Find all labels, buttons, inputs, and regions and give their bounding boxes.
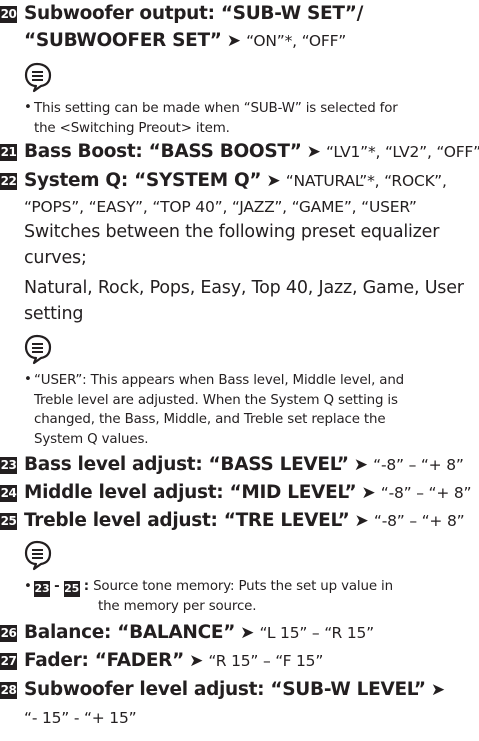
item-number-badge: 28	[0, 682, 17, 699]
note-20: This setting can be made when “SUB-W” is…	[34, 99, 398, 138]
item-number-badge: 20	[0, 6, 17, 23]
note-icon	[24, 334, 52, 365]
item-title: Subwoofer level adjust: “SUB-W LEVEL”	[24, 679, 426, 700]
item-22-desc: curves;	[24, 248, 87, 268]
arrow-right-icon: ➤	[240, 623, 255, 643]
range-dash: -	[54, 579, 60, 594]
note-line: Source tone memory: Puts the set up valu…	[93, 579, 393, 594]
note-line: changed, the Bass, Middle, and Treble se…	[34, 412, 386, 427]
note-22: “USER”: This appears when Bass level, Mi…	[34, 371, 404, 449]
item-22-list: Natural, Rock, Pops, Easy, Top 40, Jazz,…	[24, 278, 464, 298]
item-title: Subwoofer output: “SUB-W SET”/	[24, 3, 364, 24]
arrow-right-icon: ➤	[354, 511, 369, 531]
note-line: System Q values.	[34, 431, 149, 447]
item-values: “-8” – “+ 8”	[380, 484, 472, 502]
note-bullet: •	[24, 579, 32, 594]
item-values: “LV1”*, “LV2”, “OFF”	[326, 143, 479, 161]
item-22-values2: “POPS”, “EASY”, “TOP 40”, “JAZZ”, “GAME”…	[24, 198, 417, 216]
item-title: Bass Boost: “BASS BOOST”	[24, 141, 302, 162]
arrow-right-icon: ➤	[306, 142, 321, 162]
item-ref-badge: 25	[63, 581, 80, 597]
item-values: “-8” – “+ 8”	[373, 512, 465, 530]
item-number-badge: 25	[0, 513, 17, 530]
item-number-badge: 26	[0, 625, 17, 642]
note-line: the memory per source.	[98, 599, 257, 614]
arrow-right-icon: ➤	[361, 483, 376, 503]
item-values: “L 15” – “R 15”	[259, 624, 375, 642]
arrow-right-icon: ➤	[353, 455, 369, 475]
note-colon: :	[83, 579, 89, 594]
item-number-badge: 27	[0, 653, 17, 670]
note-icon	[24, 540, 52, 571]
item-title: Balance: “BALANCE”	[24, 622, 236, 643]
item-22-list: setting	[24, 304, 84, 324]
item-20-line2: “SUBWOOFER SET” ➤ “ON”*, “OFF”	[24, 30, 346, 51]
note-line: Treble level are adjusted. When the Syst…	[34, 392, 398, 408]
item-number-badge: 23	[0, 457, 17, 474]
item-22-desc: Switches between the following preset eq…	[24, 222, 440, 242]
item-values: “R 15” – “F 15”	[208, 652, 324, 670]
note-25: 23 - 25 : Source tone memory: Puts the s…	[34, 577, 393, 617]
note-line: This setting can be made when “SUB-W” is…	[34, 101, 398, 116]
note-line: “USER”: This appears when Bass level, Mi…	[34, 373, 405, 388]
arrow-right-icon: ➤	[226, 31, 241, 51]
item-28-values: “- 15” - “+ 15”	[24, 709, 137, 727]
note-icon	[24, 62, 52, 93]
arrow-right-icon: ➤	[189, 651, 204, 671]
item-values: “-8” – “+ 8”	[373, 456, 464, 474]
arrow-right-icon: ➤	[430, 680, 446, 700]
item-title: System Q: “SYSTEM Q”	[24, 170, 262, 191]
item-ref-badge: 23	[34, 581, 50, 597]
arrow-right-icon: ➤	[266, 171, 281, 191]
item-values: “NATURAL”*, “ROCK”,	[285, 172, 447, 190]
item-values: “ON”*, “OFF”	[246, 32, 347, 50]
note-bullet: •	[24, 372, 32, 387]
item-number-badge: 24	[0, 485, 17, 502]
item-number-badge: 21	[0, 144, 17, 161]
item-number-badge: 22	[0, 173, 17, 190]
note-bullet: •	[24, 100, 32, 115]
note-line: the <Switching Preout> item.	[34, 120, 230, 136]
item-title: Bass level adjust: “BASS LEVEL”	[24, 454, 349, 475]
item-title-cont: “SUBWOOFER SET”	[24, 30, 222, 51]
item-title: Treble level adjust: “TRE LEVEL”	[24, 510, 350, 531]
item-title: Fader: “FADER”	[24, 650, 184, 671]
item-title: Middle level adjust: “MID LEVEL”	[24, 482, 357, 503]
